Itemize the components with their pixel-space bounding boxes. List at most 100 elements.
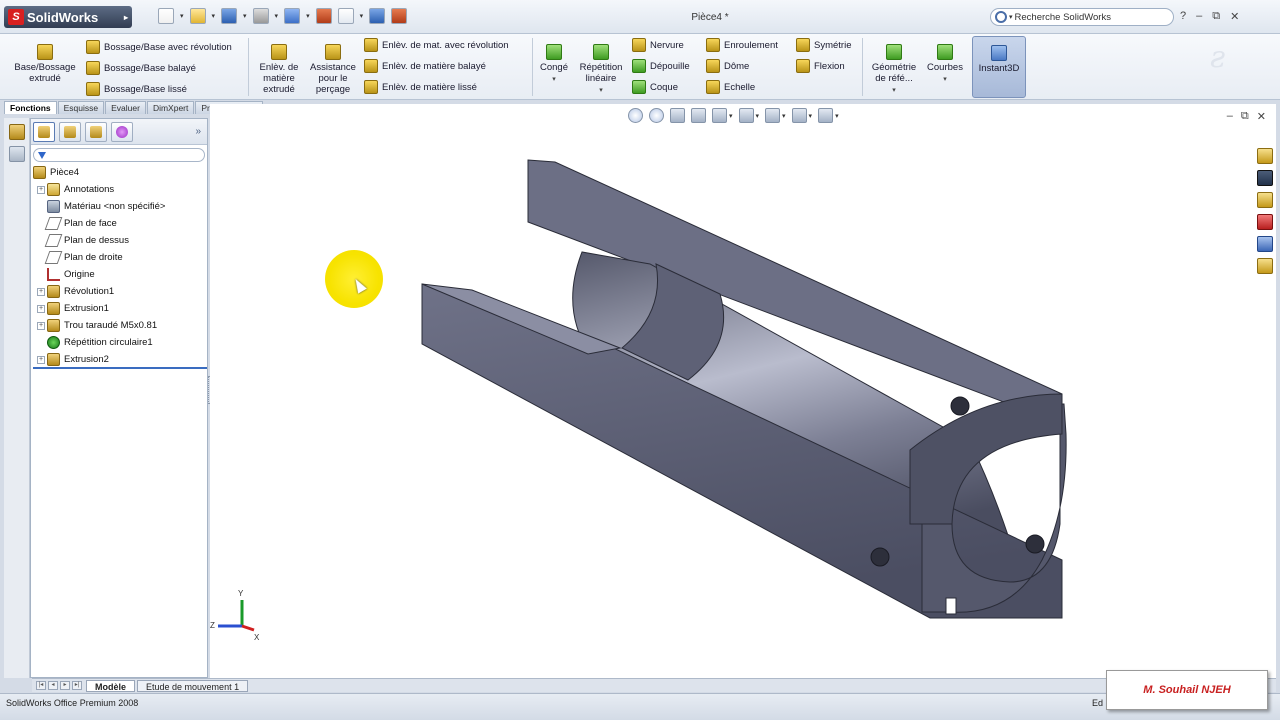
tapped-hole-1 xyxy=(870,547,890,567)
instant3d-button[interactable]: Instant3D xyxy=(972,36,1026,98)
print-dropdown-icon[interactable]: ▾ xyxy=(275,12,279,20)
panel-toggle-icon[interactable] xyxy=(8,146,25,162)
tree-item[interactable]: Répétition circulaire1 xyxy=(31,334,207,351)
select-dropdown-icon[interactable]: ▾ xyxy=(360,12,364,20)
save-icon[interactable] xyxy=(221,8,238,24)
rib-button[interactable]: Nervure xyxy=(632,38,684,52)
new-dropdown-icon[interactable]: ▾ xyxy=(180,12,184,20)
curves-dropdown-icon[interactable]: ▾ xyxy=(924,74,966,85)
fillet-button[interactable]: Congé ▾ xyxy=(536,44,572,85)
draft-button[interactable]: Dépouille xyxy=(632,59,690,73)
select-icon[interactable] xyxy=(337,8,354,24)
flex-icon xyxy=(796,59,810,73)
undo-icon[interactable] xyxy=(284,8,301,24)
next-tab-icon[interactable]: ▸ xyxy=(60,681,70,690)
flex-label: Flexion xyxy=(814,60,845,72)
search-dropdown-icon[interactable]: ▾ xyxy=(1009,13,1013,21)
swept-boss-button[interactable]: Bossage/Base balayé xyxy=(86,61,196,75)
feature-tools-icon[interactable] xyxy=(8,124,25,140)
shell-button[interactable]: Coque xyxy=(632,80,678,94)
origin-icon xyxy=(47,268,60,281)
expand-toggle-icon[interactable]: + xyxy=(37,185,45,194)
last-tab-icon[interactable]: ▸| xyxy=(72,681,82,690)
mirror-button[interactable]: Symétrie xyxy=(796,38,851,52)
reference-geometry-icon xyxy=(886,44,902,60)
tree-item[interactable]: Origine xyxy=(31,266,207,283)
tab-evaluate[interactable]: Evaluer xyxy=(105,101,146,114)
tab-model[interactable]: Modèle xyxy=(86,679,136,692)
swept-cut-button[interactable]: Enlèv. de matière balayé xyxy=(364,59,486,73)
tree-item[interactable]: + Trou taraudé M5x0.81 xyxy=(31,317,207,334)
linear-pattern-dropdown-icon[interactable]: ▾ xyxy=(576,85,626,96)
tree-item[interactable]: Matériau <non spécifié> xyxy=(31,198,207,215)
wrap-button[interactable]: Enroulement xyxy=(706,38,778,52)
expand-toggle-icon[interactable]: + xyxy=(37,355,45,364)
lofted-cut-button[interactable]: Enlèv. de matière lissé xyxy=(364,80,477,94)
tree-root-part[interactable]: Pièce4 xyxy=(31,164,207,181)
hole-wizard-label: Assistance pour le perçage xyxy=(310,62,356,95)
fillet-label: Congé xyxy=(540,62,568,73)
tab-configuration-manager[interactable] xyxy=(85,121,107,142)
minimize-button[interactable]: – xyxy=(1196,10,1202,23)
panel-tabs: » xyxy=(31,119,207,145)
options-icon[interactable] xyxy=(391,8,408,24)
reference-geometry-button[interactable]: Géométrie de réfé... ▾ xyxy=(868,44,920,96)
tab-sketch[interactable]: Esquisse xyxy=(57,101,105,114)
tree-item[interactable]: Plan de face xyxy=(31,215,207,232)
tab-property-manager[interactable] xyxy=(59,121,81,142)
reference-geometry-dropdown-icon[interactable]: ▾ xyxy=(868,85,920,96)
tree-item[interactable]: + Révolution1 xyxy=(31,283,207,300)
extrude-icon xyxy=(47,353,60,366)
rollback-bar[interactable] xyxy=(33,367,207,369)
expand-toggle-icon[interactable]: + xyxy=(37,321,45,330)
tab-dimxpert-manager[interactable] xyxy=(111,121,133,142)
lofted-boss-button[interactable]: Bossage/Base lissé xyxy=(86,82,187,96)
extruded-boss-button[interactable]: Base/Bossage extrudé xyxy=(8,44,82,84)
first-tab-icon[interactable]: |◂ xyxy=(36,681,46,690)
feature-tree-filter[interactable] xyxy=(33,148,205,162)
curves-button[interactable]: Courbes ▾ xyxy=(924,44,966,85)
restore-button[interactable]: ⧉ xyxy=(1212,10,1220,23)
hole-wizard-button[interactable]: Assistance pour le perçage xyxy=(306,44,360,95)
tree-item[interactable]: + Extrusion2 xyxy=(31,351,207,368)
search-input[interactable]: ▾ Recherche SolidWorks xyxy=(990,8,1174,26)
solidworks-menu-button[interactable]: S SolidWorks ▸ xyxy=(4,6,132,28)
shell-label: Coque xyxy=(650,81,678,93)
linear-pattern-button[interactable]: Répétition linéaire ▾ xyxy=(576,44,626,96)
part-model[interactable] xyxy=(210,104,1276,678)
scale-button[interactable]: Echelle xyxy=(706,80,755,94)
graphics-area[interactable]: ▾ ▾ ▾ ▾ ▾ – ⧉ ✕ Y Z X xyxy=(210,104,1276,678)
new-document-icon[interactable] xyxy=(158,8,174,24)
fillet-dropdown-icon[interactable]: ▾ xyxy=(536,74,572,85)
prev-tab-icon[interactable]: ◂ xyxy=(48,681,58,690)
tree-item[interactable]: + Annotations xyxy=(31,181,207,198)
undo-dropdown-icon[interactable]: ▾ xyxy=(306,12,310,20)
open-folder-icon[interactable] xyxy=(189,8,206,24)
extruded-cut-label: Enlèv. de matière extrudé xyxy=(259,62,299,95)
file-properties-icon[interactable] xyxy=(369,8,386,24)
tree-item[interactable]: Plan de dessus xyxy=(31,232,207,249)
expand-toggle-icon[interactable]: + xyxy=(37,304,45,313)
wrap-label: Enroulement xyxy=(724,39,778,51)
tab-features[interactable]: Fonctions xyxy=(4,101,57,114)
solidworks-logo-icon: S xyxy=(8,9,24,25)
close-button[interactable]: ✕ xyxy=(1230,10,1239,23)
help-button[interactable]: ? xyxy=(1180,10,1186,23)
open-dropdown-icon[interactable]: ▾ xyxy=(212,12,216,20)
revolved-boss-button[interactable]: Bossage/Base avec révolution xyxy=(86,40,232,54)
tab-feature-tree[interactable] xyxy=(33,121,55,142)
dimxpert-icon xyxy=(116,125,128,138)
panel-expand-icon[interactable]: » xyxy=(195,126,201,137)
dome-button[interactable]: Dôme xyxy=(706,59,749,73)
tree-item[interactable]: + Extrusion1 xyxy=(31,300,207,317)
tree-item[interactable]: Plan de droite xyxy=(31,249,207,266)
extruded-cut-button[interactable]: Enlèv. de matière extrudé xyxy=(254,44,304,95)
tab-motion-study[interactable]: Etude de mouvement 1 xyxy=(137,679,249,692)
tab-dimxpert[interactable]: DimXpert xyxy=(146,101,195,114)
print-icon[interactable] xyxy=(252,8,269,24)
revolved-cut-button[interactable]: Enlèv. de mat. avec révolution xyxy=(364,38,509,52)
rebuild-icon[interactable] xyxy=(315,8,332,24)
flex-button[interactable]: Flexion xyxy=(796,59,845,73)
expand-toggle-icon[interactable]: + xyxy=(37,287,45,296)
save-dropdown-icon[interactable]: ▾ xyxy=(243,12,247,20)
